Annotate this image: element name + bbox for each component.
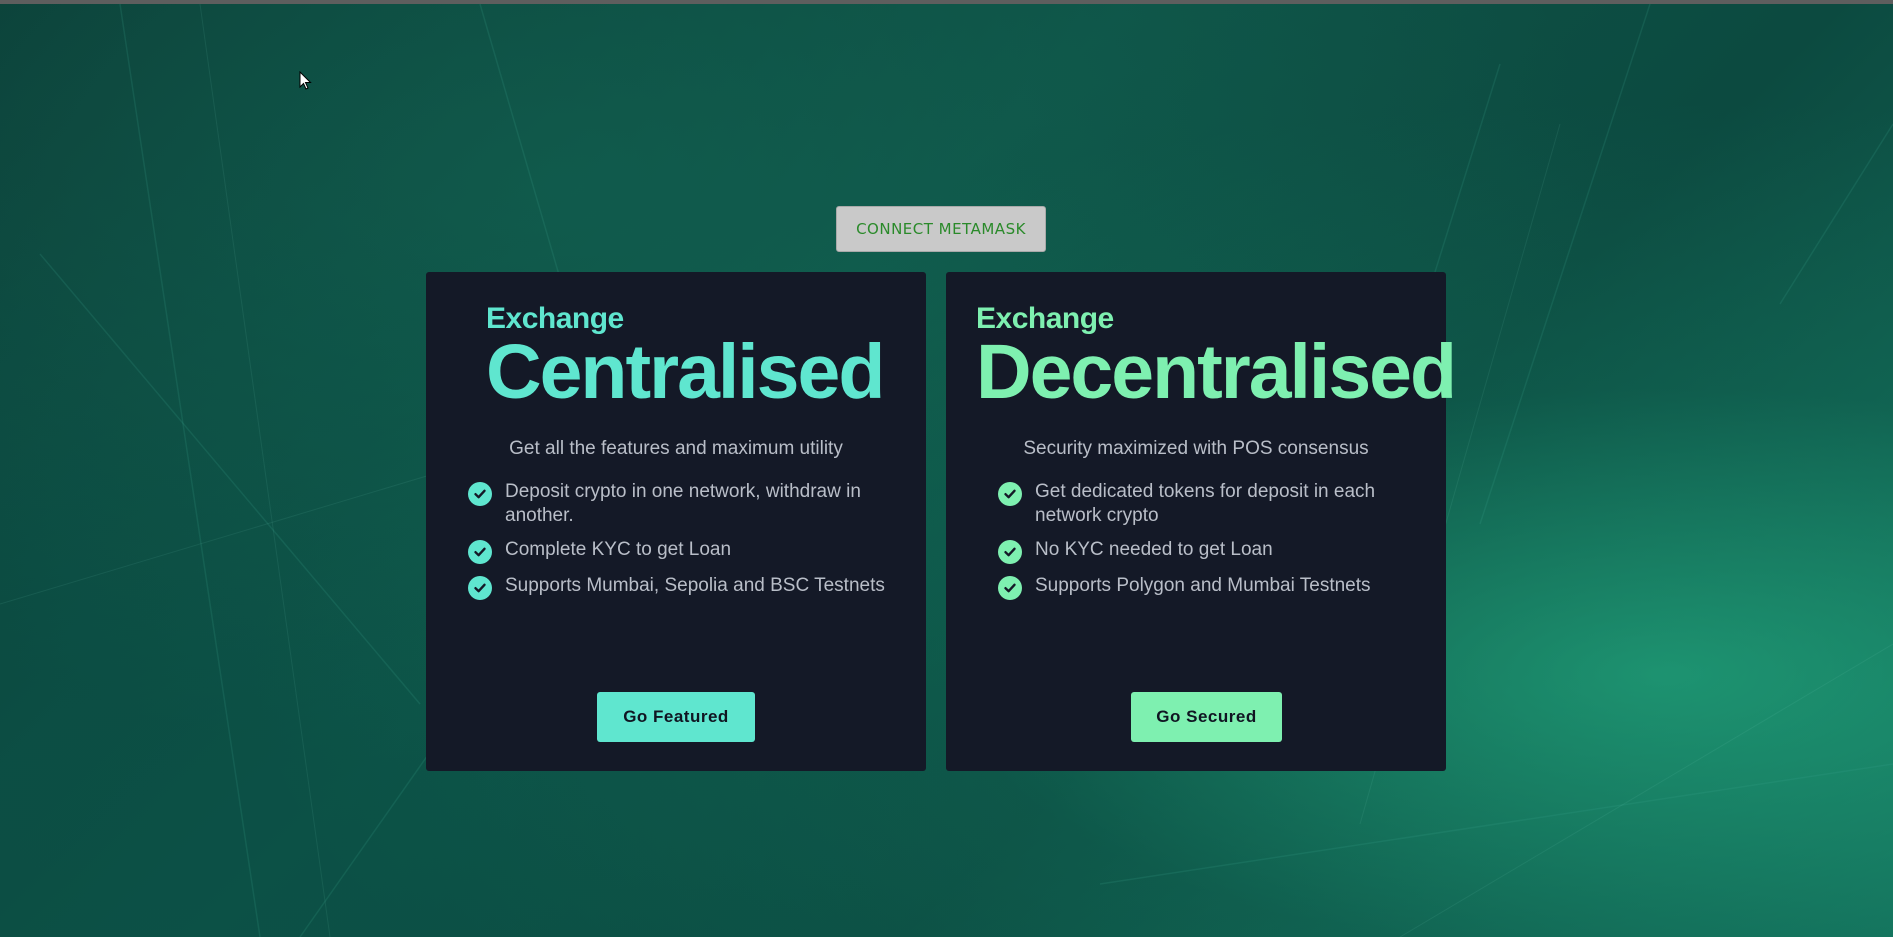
feature-text: Supports Mumbai, Sepolia and BSC Testnet… (505, 575, 885, 596)
check-circle-icon (468, 576, 492, 600)
check-circle-icon (468, 482, 492, 506)
window-top-border (0, 0, 1893, 4)
check-circle-icon (998, 576, 1022, 600)
decentralised-exchange-card: Exchange Decentralised Security maximize… (946, 272, 1457, 771)
check-circle-icon (468, 540, 492, 564)
connect-metamask-button[interactable]: CONNECT METAMASK (836, 206, 1046, 252)
feature-text: Complete KYC to get Loan (505, 539, 732, 560)
feature-item: Get dedicated tokens for deposit in each… (998, 480, 1446, 528)
go-featured-button[interactable]: Go Featured (597, 692, 755, 742)
feature-item: Supports Polygon and Mumbai Testnets (998, 574, 1446, 600)
feature-item: Complete KYC to get Loan (468, 538, 926, 564)
feature-item: Deposit crypto in one network, withdraw … (468, 480, 926, 528)
feature-item: No KYC needed to get Loan (998, 538, 1446, 564)
feature-text: Get dedicated tokens for deposit in each… (1035, 481, 1376, 526)
card-tagline: Security maximized with POS consensus (1023, 438, 1369, 459)
check-circle-icon (998, 482, 1022, 506)
feature-list: Get dedicated tokens for deposit in each… (946, 480, 1446, 610)
feature-item: Supports Mumbai, Sepolia and BSC Testnet… (468, 574, 926, 600)
card-headline: Decentralised (976, 329, 1457, 415)
check-circle-icon (998, 540, 1022, 564)
card-tagline: Get all the features and maximum utility (509, 438, 843, 459)
mouse-cursor-icon (299, 71, 312, 90)
feature-text: Supports Polygon and Mumbai Testnets (1035, 575, 1371, 596)
centralised-exchange-card: Exchange Centralised Get all the feature… (426, 272, 926, 771)
feature-text: Deposit crypto in one network, withdraw … (505, 481, 861, 526)
feature-list: Deposit crypto in one network, withdraw … (426, 480, 926, 610)
card-headline: Centralised (486, 329, 885, 415)
go-secured-button[interactable]: Go Secured (1131, 692, 1282, 742)
feature-text: No KYC needed to get Loan (1035, 539, 1273, 560)
